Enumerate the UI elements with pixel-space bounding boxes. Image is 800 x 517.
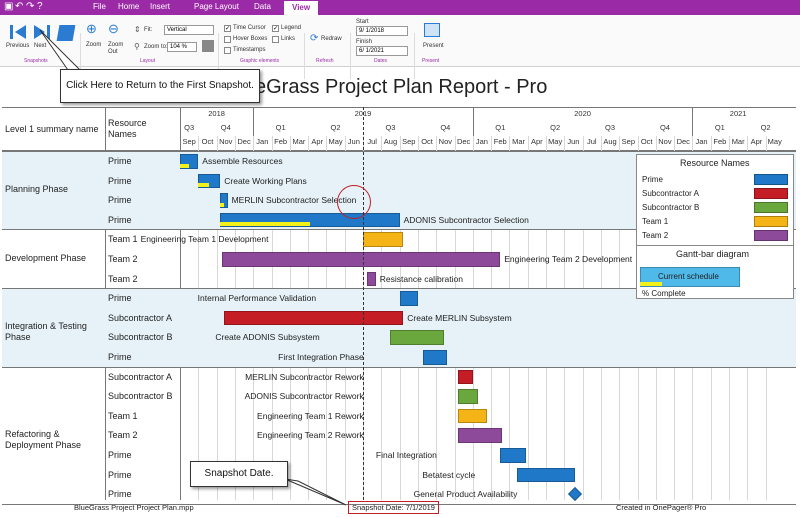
callout-first-snapshot: Click Here to Return to the First Snapsh… [60, 69, 260, 103]
callout-pointer-first-snapshot [39, 29, 82, 71]
callout-snapshot-date: Snapshot Date. [190, 461, 288, 487]
callout-pointer-snapshot-date [284, 478, 347, 506]
